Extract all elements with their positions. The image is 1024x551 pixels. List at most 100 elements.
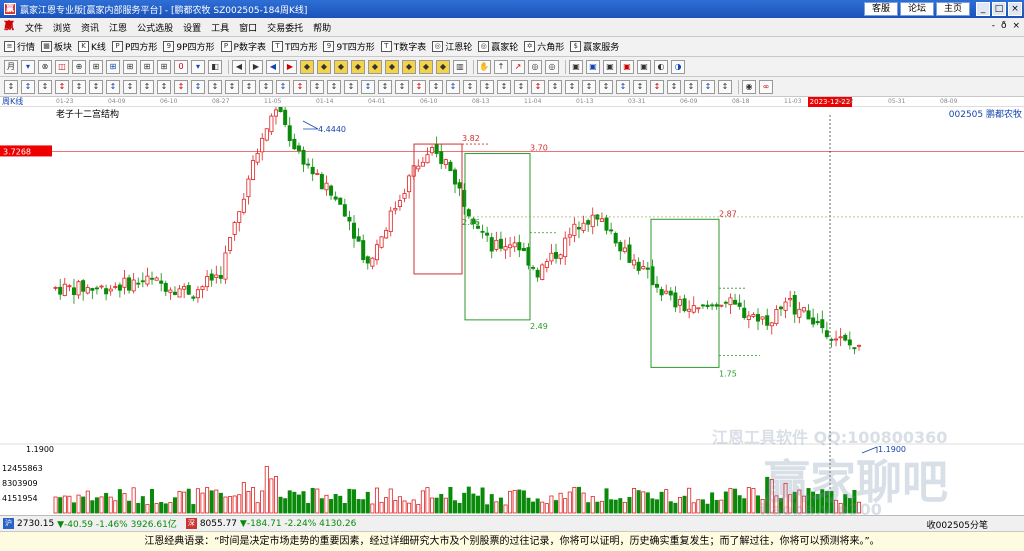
tool-25-icon[interactable]: ◆ bbox=[419, 59, 433, 74]
tool-35-icon[interactable]: ↕ bbox=[599, 79, 613, 94]
tool-6-icon[interactable]: ⊞ bbox=[106, 59, 120, 74]
child-restore-icon[interactable]: ð bbox=[1001, 21, 1007, 31]
sh-index[interactable]: 沪 2730.15 ▼-40.59 -1.46% 3926.61亿 bbox=[0, 517, 177, 530]
tool-13-icon[interactable]: ↕ bbox=[225, 79, 239, 94]
tool-4-icon[interactable]: ↕ bbox=[72, 79, 86, 94]
tool-1-icon[interactable]: ↕ bbox=[21, 79, 35, 94]
tool-4-icon[interactable]: ⊕ bbox=[72, 59, 86, 74]
tool-30-icon[interactable]: ↕ bbox=[514, 79, 528, 94]
tool-35-icon[interactable]: ▣ bbox=[569, 59, 583, 74]
tool-27-icon[interactable]: ↕ bbox=[463, 79, 477, 94]
tool-29-icon[interactable]: ✋ bbox=[477, 59, 491, 74]
tool-26-icon[interactable]: ◆ bbox=[436, 59, 450, 74]
tool-20-icon[interactable]: ◆ bbox=[334, 59, 348, 74]
tool-39-icon[interactable]: ↕ bbox=[667, 79, 681, 94]
kline-chart[interactable]: 老子十二宫结构 002505 鹏都农牧 3.7268 4.4440 3.82 3.70… bbox=[0, 107, 1024, 515]
tool-18-icon[interactable]: ◆ bbox=[300, 59, 314, 74]
sz-index[interactable]: 深 8055.77 ▼-184.71 -2.24% 4130.26 bbox=[183, 518, 356, 529]
tool-5-icon[interactable]: ⊞ bbox=[89, 59, 103, 74]
tool-20-icon[interactable]: ↕ bbox=[344, 79, 358, 94]
toolbar-button-6[interactable]: T T四方形 bbox=[271, 40, 317, 53]
tool-24-icon[interactable]: ↕ bbox=[412, 79, 426, 94]
tool-2-icon[interactable]: ↕ bbox=[38, 79, 52, 94]
toolbar-button-0[interactable]: ≡ 行情 bbox=[4, 40, 35, 53]
tool-38-icon[interactable]: ▣ bbox=[620, 59, 634, 74]
tool-44-icon[interactable]: ◉ bbox=[742, 79, 756, 94]
tool-27-icon[interactable]: ▥ bbox=[453, 59, 467, 74]
tool-5-icon[interactable]: ↕ bbox=[89, 79, 103, 94]
tool-16-icon[interactable]: ◀ bbox=[266, 59, 280, 74]
tool-2-icon[interactable]: ⊗ bbox=[38, 59, 52, 74]
tool-11-icon[interactable]: ↕ bbox=[191, 79, 205, 94]
toolbar-button-1[interactable]: ▦ 板块 bbox=[41, 40, 72, 53]
toolbar-button-4[interactable]: 9 9P四方形 bbox=[163, 40, 215, 53]
tool-26-icon[interactable]: ↕ bbox=[446, 79, 460, 94]
period-label[interactable]: 周K线 bbox=[2, 97, 23, 107]
tool-3-icon[interactable]: ↕ bbox=[55, 79, 69, 94]
toolbar-button-9[interactable]: ◎ 江恩轮 bbox=[432, 40, 472, 53]
tool-14-icon[interactable]: ↕ bbox=[242, 79, 256, 94]
tool-30-icon[interactable]: ↑ bbox=[494, 59, 508, 74]
tool-31-icon[interactable]: ↕ bbox=[531, 79, 545, 94]
toolbar-button-3[interactable]: P P四方形 bbox=[111, 40, 157, 53]
menu-window[interactable]: 窗口 bbox=[234, 21, 262, 34]
toolbar-button-8[interactable]: T T数字表 bbox=[380, 40, 426, 53]
tool-41-icon[interactable]: ◑ bbox=[671, 59, 685, 74]
menu-news[interactable]: 资讯 bbox=[76, 21, 104, 34]
tool-8-icon[interactable]: ↕ bbox=[140, 79, 154, 94]
tool-39-icon[interactable]: ▣ bbox=[637, 59, 651, 74]
menu-gann[interactable]: 江恩 bbox=[104, 21, 132, 34]
menu-trade[interactable]: 交易委托 bbox=[262, 21, 308, 34]
tool-36-icon[interactable]: ↕ bbox=[616, 79, 630, 94]
toolbar-button-10[interactable]: ◎ 赢家轮 bbox=[478, 40, 518, 53]
tool-33-icon[interactable]: ◎ bbox=[545, 59, 559, 74]
tool-33-icon[interactable]: ↕ bbox=[565, 79, 579, 94]
tool-40-icon[interactable]: ↕ bbox=[684, 79, 698, 94]
tool-18-icon[interactable]: ↕ bbox=[310, 79, 324, 94]
minimize-icon[interactable]: _ bbox=[976, 2, 990, 16]
tool-12-icon[interactable]: ↕ bbox=[208, 79, 222, 94]
tool-37-icon[interactable]: ↕ bbox=[633, 79, 647, 94]
home-link[interactable]: 主页 bbox=[936, 2, 970, 16]
tool-31-icon[interactable]: ↗ bbox=[511, 59, 525, 74]
tool-19-icon[interactable]: ◆ bbox=[317, 59, 331, 74]
tool-38-icon[interactable]: ↕ bbox=[650, 79, 664, 94]
tool-3-icon[interactable]: ◫ bbox=[55, 59, 69, 74]
tick-data-label[interactable]: 收002505分笔 bbox=[927, 518, 988, 531]
tool-16-icon[interactable]: ↕ bbox=[276, 79, 290, 94]
tool-8-icon[interactable]: ⊞ bbox=[140, 59, 154, 74]
tool-22-icon[interactable]: ◆ bbox=[368, 59, 382, 74]
close-icon[interactable]: × bbox=[1008, 2, 1022, 16]
tool-9-icon[interactable]: ↕ bbox=[157, 79, 171, 94]
tool-45-icon[interactable]: ∞ bbox=[759, 79, 773, 94]
tool-7-icon[interactable]: ↕ bbox=[123, 79, 137, 94]
tool-32-icon[interactable]: ↕ bbox=[548, 79, 562, 94]
tool-21-icon[interactable]: ↕ bbox=[361, 79, 375, 94]
tool-17-icon[interactable]: ↕ bbox=[293, 79, 307, 94]
tool-37-icon[interactable]: ▣ bbox=[603, 59, 617, 74]
tool-14-icon[interactable]: ◀ bbox=[232, 59, 246, 74]
tool-42-icon[interactable]: ↕ bbox=[718, 79, 732, 94]
menu-tools[interactable]: 工具 bbox=[206, 21, 234, 34]
tool-25-icon[interactable]: ↕ bbox=[429, 79, 443, 94]
tool-11-icon[interactable]: ▾ bbox=[191, 59, 205, 74]
tool-17-icon[interactable]: ▶ bbox=[283, 59, 297, 74]
toolbar-button-2[interactable]: K K线 bbox=[78, 40, 106, 53]
tool-28-icon[interactable]: ↕ bbox=[480, 79, 494, 94]
tool-0-icon[interactable]: 月 bbox=[4, 59, 18, 74]
menu-file[interactable]: 文件 bbox=[20, 21, 48, 34]
tool-19-icon[interactable]: ↕ bbox=[327, 79, 341, 94]
tool-10-icon[interactable]: ↕ bbox=[174, 79, 188, 94]
service-link[interactable]: 客服 bbox=[864, 2, 898, 16]
tool-12-icon[interactable]: ◧ bbox=[208, 59, 222, 74]
tool-29-icon[interactable]: ↕ bbox=[497, 79, 511, 94]
tool-6-icon[interactable]: ↕ bbox=[106, 79, 120, 94]
child-minimize-icon[interactable]: - bbox=[992, 21, 995, 31]
menu-formula[interactable]: 公式选股 bbox=[132, 21, 178, 34]
forum-link[interactable]: 论坛 bbox=[900, 2, 934, 16]
tool-15-icon[interactable]: ▶ bbox=[249, 59, 263, 74]
child-close-icon[interactable]: × bbox=[1012, 21, 1020, 31]
tool-41-icon[interactable]: ↕ bbox=[701, 79, 715, 94]
tool-32-icon[interactable]: ◎ bbox=[528, 59, 542, 74]
menu-settings[interactable]: 设置 bbox=[178, 21, 206, 34]
